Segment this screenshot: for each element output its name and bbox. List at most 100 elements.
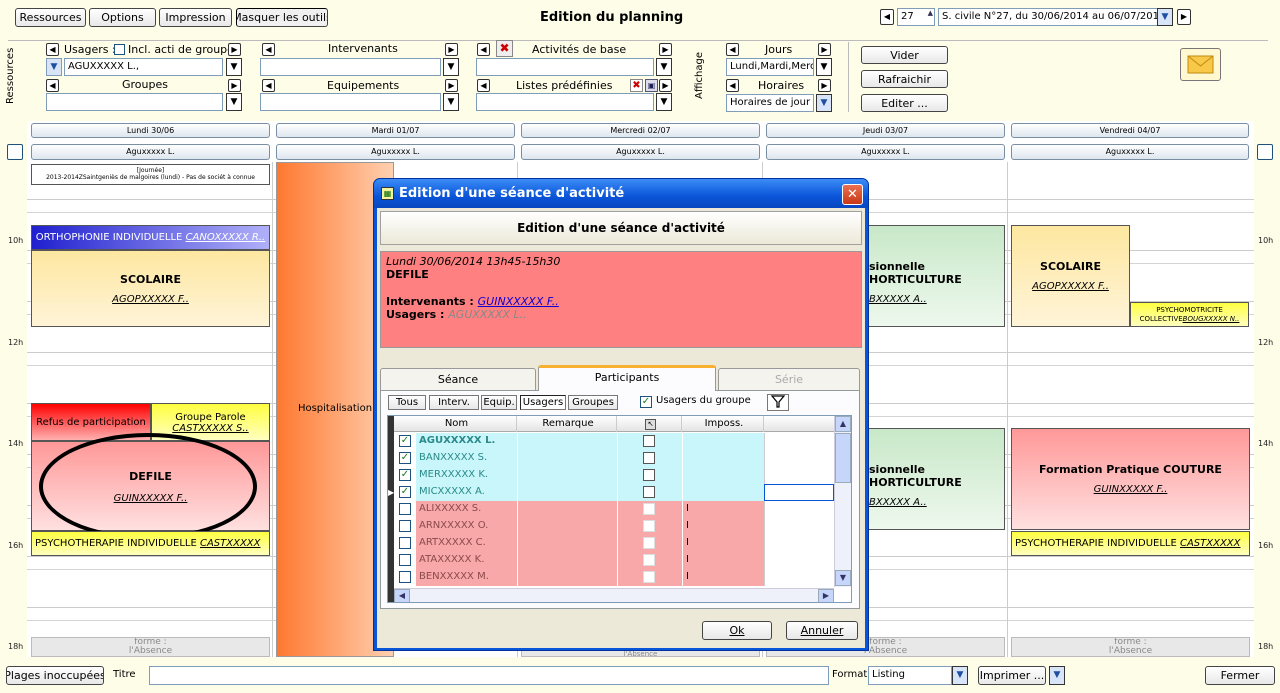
day-header-fri[interactable]: Vendredi 04/07 — [1011, 123, 1249, 138]
listes-next-arrow[interactable]: ▶ — [659, 79, 672, 92]
week-number-spinner[interactable]: 27 ▲ — [897, 8, 935, 26]
listes-prev-arrow[interactable]: ◀ — [477, 79, 490, 92]
table-row[interactable]: ARNXXXXX O. I — [394, 518, 834, 535]
ressources-button[interactable]: Ressources — [15, 8, 86, 27]
presence-checkbox[interactable] — [643, 554, 655, 566]
tab-serie[interactable]: Série — [718, 368, 860, 390]
row-checkbox[interactable]: ✓ — [399, 486, 411, 498]
usagers-dropdown[interactable]: ▼ — [226, 58, 242, 76]
row-checkbox[interactable] — [399, 554, 411, 566]
remarque-cell[interactable] — [517, 552, 617, 569]
incl-acti-checkbox[interactable] — [114, 44, 125, 55]
funnel-filter-icon[interactable] — [767, 394, 789, 411]
remarque-cell[interactable] — [517, 450, 617, 467]
presence-cell[interactable] — [617, 433, 682, 450]
filter-interv[interactable]: Interv. — [429, 395, 479, 410]
groupes-field[interactable] — [46, 93, 223, 111]
presence-cell[interactable] — [617, 552, 682, 569]
chevron-down-icon[interactable]: ▼ — [46, 58, 62, 76]
tab-participants[interactable]: Participants — [538, 365, 716, 391]
usagers-prev-arrow[interactable]: ◀ — [46, 43, 59, 56]
remarque-cell[interactable] — [517, 467, 617, 484]
event-absence[interactable]: l'Absence — [521, 650, 760, 657]
table-row[interactable]: ✓ BANXXXXX S. — [394, 450, 834, 467]
intervenant-link[interactable]: GUINXXXXX F.. — [478, 295, 559, 308]
table-row[interactable]: ARTXXXXX C. I — [394, 535, 834, 552]
horaires-prev-arrow[interactable]: ◀ — [726, 79, 739, 92]
intervenants-field[interactable] — [260, 58, 441, 76]
person-header-tue[interactable]: Aguxxxxx L. — [276, 144, 515, 160]
remarque-cell[interactable] — [517, 569, 617, 586]
horizontal-scrollbar[interactable]: ◀ ▶ — [394, 588, 834, 602]
remarque-cell[interactable] — [517, 433, 617, 450]
scroll-up-icon[interactable]: ▲ — [835, 416, 851, 432]
activites-dropdown[interactable]: ▼ — [656, 58, 672, 76]
rafraichir-button[interactable]: Rafraichir — [861, 70, 948, 88]
col-header-presence[interactable]: ↖ — [617, 416, 682, 432]
presence-cell[interactable] — [617, 450, 682, 467]
day-header-tue[interactable]: Mardi 01/07 — [276, 123, 515, 138]
presence-cell[interactable] — [617, 484, 682, 501]
horaires-field[interactable]: Horaires de jour — [726, 94, 814, 112]
week-select[interactable]: S. civile N°27, du 30/06/2014 au 06/07/2… — [938, 8, 1158, 26]
presence-checkbox[interactable] — [643, 469, 655, 481]
next-week-arrow[interactable]: ▶ — [1177, 9, 1191, 25]
groupes-dropdown[interactable]: ▼ — [226, 93, 242, 111]
event-absence[interactable]: forme : l'Absence — [1011, 637, 1250, 657]
event-orthophonie[interactable]: ORTHOPHONIE INDIVIDUELLE CANOXXXXX R.. — [31, 225, 270, 250]
intervenants-dropdown[interactable]: ▼ — [443, 58, 459, 76]
delete-icon[interactable]: ✖ — [630, 79, 643, 92]
event-journee[interactable]: [Journée] 2013-2014ZSaintgeniès de malgoi… — [31, 164, 270, 185]
titre-input[interactable] — [149, 666, 829, 685]
row-checkbox[interactable] — [399, 520, 411, 532]
presence-checkbox[interactable] — [643, 503, 655, 515]
presence-checkbox[interactable] — [643, 435, 655, 447]
table-row[interactable]: ALIXXXXX S. I — [394, 501, 834, 518]
jours-dropdown[interactable]: ▼ — [816, 58, 832, 76]
event-psychotherapie[interactable]: PSYCHOTHERAPIE INDIVIDUELLE CASTXXXXX S.… — [31, 531, 270, 556]
annuler-button[interactable]: Annuler — [786, 621, 858, 640]
equipements-dropdown[interactable]: ▼ — [443, 93, 459, 111]
col-header-remarque[interactable]: Remarque — [517, 416, 617, 432]
scroll-right-icon[interactable]: ▶ — [818, 589, 834, 602]
usagers-groupe-checkbox[interactable]: ✓ — [640, 396, 652, 408]
presence-cell[interactable] — [617, 518, 682, 535]
format-select[interactable]: Listing — [868, 666, 952, 685]
options-button[interactable]: Options — [89, 8, 156, 27]
clear-filter-icon[interactable]: ✖ — [496, 40, 513, 57]
presence-cell[interactable] — [617, 501, 682, 518]
fermer-button[interactable]: Fermer — [1205, 666, 1275, 685]
equipements-field[interactable] — [260, 93, 441, 111]
chevron-down-icon[interactable]: ▼ — [952, 666, 968, 685]
row-checkbox[interactable]: ✓ — [399, 452, 411, 464]
presence-cell[interactable] — [617, 569, 682, 586]
tab-seance[interactable]: Séance — [380, 368, 536, 390]
filter-equip[interactable]: Equip. — [481, 395, 517, 410]
presence-checkbox[interactable] — [643, 452, 655, 464]
person-header-wed[interactable]: Aguxxxxx L. — [521, 144, 760, 160]
scroll-left-icon[interactable]: ◀ — [394, 589, 410, 602]
event-scolaire[interactable]: SCOLAIRE AGOPXXXXX F.. — [31, 250, 270, 327]
event-psychomotricite[interactable]: PSYCHOMOTRICITE COLLECTIVEBOUGXXXXX N.. — [1130, 302, 1249, 327]
table-row[interactable]: BENXXXXX M. I — [394, 569, 834, 586]
row-checkbox[interactable] — [399, 503, 411, 515]
presence-checkbox[interactable] — [643, 520, 655, 532]
remarque-cell[interactable] — [517, 518, 617, 535]
col-header-imposs[interactable]: Imposs. — [682, 416, 764, 432]
day-header-mon[interactable]: Lundi 30/06 — [31, 123, 270, 138]
event-absence[interactable]: forme : l'Absence — [31, 637, 270, 657]
presence-checkbox[interactable] — [643, 486, 655, 498]
presence-checkbox[interactable] — [643, 537, 655, 549]
filter-usagers[interactable]: Usagers — [520, 395, 566, 410]
remarque-cell[interactable] — [517, 535, 617, 552]
vider-button[interactable]: Vider — [861, 46, 948, 64]
person-header-thu[interactable]: Aguxxxxx L. — [766, 144, 1005, 160]
imprimer-button[interactable]: Imprimer ... — [978, 666, 1046, 685]
vertical-scrollbar[interactable]: ▲ ▼ — [834, 416, 851, 587]
table-row[interactable]: ✓ AGUXXXXX L. — [394, 433, 834, 450]
listes-dropdown[interactable]: ▼ — [656, 93, 672, 111]
usagers-next-arrow[interactable]: ▶ — [228, 43, 241, 56]
event-psychotherapie[interactable]: PSYCHOTHERAPIE INDIVIDUELLE CASTXXXXX S.… — [1011, 531, 1250, 556]
spinner-icon[interactable]: ▲ — [928, 9, 933, 17]
groupes-next-arrow[interactable]: ▶ — [228, 79, 241, 92]
